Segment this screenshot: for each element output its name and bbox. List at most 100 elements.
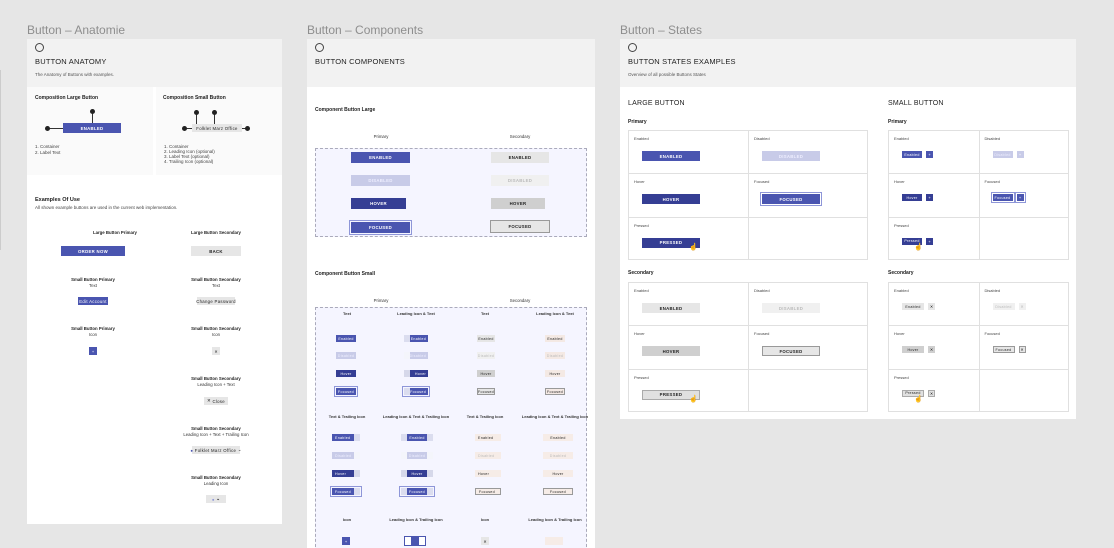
leading-icon-button[interactable]: ● ⌄ — [206, 495, 226, 503]
large-primary-enabled[interactable]: ENABLED — [351, 152, 410, 163]
large-primary-enabled-button[interactable]: ENABLED — [642, 151, 700, 161]
small-secondary-text-3[interactable]: Focused — [477, 388, 495, 395]
example-subtitle: Leading Icon + Text — [197, 382, 235, 387]
small-secondary-leading-trailing-0[interactable]: Enabled — [543, 434, 573, 441]
close-icon[interactable]: ✕ — [1018, 346, 1026, 354]
state-label: Enabled — [634, 136, 649, 141]
small-secondary-hover-button[interactable]: Hover — [902, 346, 924, 354]
small-secondary-focused-button[interactable]: Focused — [992, 346, 1015, 354]
small-secondary-leading-trailing-1: Disabled — [543, 452, 573, 459]
large-secondary-hover-button[interactable]: HOVER — [642, 346, 700, 357]
small-secondary-leading-3[interactable]: Focused — [545, 388, 565, 395]
back-button[interactable]: BACK — [191, 246, 241, 256]
small-primary-trailing-2[interactable]: Hover — [332, 470, 360, 477]
small-secondary-trailing-2[interactable]: Hover — [475, 470, 501, 477]
small-secondary-leading-0[interactable]: Enabled — [545, 335, 565, 342]
close-button[interactable]: ✕ Close — [204, 397, 228, 405]
column-header: Leading Icon & Trailing Icon — [389, 517, 443, 522]
small-secondary-trailing-3[interactable]: Focused — [475, 488, 501, 495]
close-icon[interactable]: ✕ — [212, 347, 220, 355]
chevron-down-icon: ⌄ — [236, 447, 242, 452]
column-header: Text — [343, 311, 351, 316]
large-secondary-focused-button[interactable]: FOCUSED — [762, 346, 820, 357]
plus-icon[interactable]: + — [342, 537, 350, 545]
edit-account-button[interactable]: Edit Account — [78, 297, 108, 305]
small-primary-leading-0[interactable]: Enabled — [404, 335, 428, 342]
small-button-heading: SMALL BUTTON — [888, 100, 944, 107]
logo-icon — [628, 43, 637, 52]
small-secondary-leading-trailing-2[interactable]: Hover — [543, 470, 573, 477]
small-primary-focused-button[interactable]: Focused — [990, 192, 1015, 204]
frame-label-anatomie[interactable]: Button – Anatomie — [27, 23, 125, 37]
plus-icon[interactable]: + — [89, 347, 97, 355]
small-secondary-trailing-0[interactable]: Enabled — [475, 434, 501, 441]
small-primary-text-2[interactable]: Hover — [336, 370, 356, 377]
order-now-button[interactable]: ORDER NOW — [61, 246, 125, 256]
leading-trailing-icon-button[interactable] — [545, 537, 563, 545]
composition-large-panel: Composition Large Button ENABLED 1. Cont… — [27, 87, 153, 175]
plus-icon[interactable]: + — [926, 151, 933, 158]
callout-dot-2 — [90, 109, 95, 114]
leading-trailing-icon-button[interactable] — [404, 536, 426, 546]
grid-divider — [888, 368, 1069, 370]
frame-label-states[interactable]: Button – States — [620, 23, 702, 37]
large-secondary-enabled[interactable]: ENABLED — [491, 152, 549, 163]
column-header: Leading Icon & Text & Trailing Icon — [521, 414, 589, 419]
small-primary-hover-button[interactable]: Hover — [902, 194, 922, 202]
close-icon[interactable]: ✕ — [928, 346, 935, 354]
frame-label-components[interactable]: Button – Components — [307, 23, 423, 37]
small-primary-leading-3[interactable]: Focused — [402, 386, 430, 397]
office-select-button[interactable]: ● Folklet Marz Office ⌄ — [190, 446, 242, 454]
small-primary-text-3[interactable]: Focused — [334, 386, 358, 397]
close-icon[interactable]: ✕ — [481, 537, 489, 545]
large-secondary-disabled: DISABLED — [491, 175, 549, 186]
small-primary-leading-trailing-0[interactable]: Enabled — [401, 434, 433, 441]
close-icon[interactable]: ✕ — [928, 303, 935, 310]
small-primary-trailing-0[interactable]: Enabled — [332, 434, 360, 441]
large-primary-focused[interactable]: FOCUSED — [349, 220, 412, 235]
small-primary-leading-2[interactable]: Hover — [404, 370, 428, 377]
plus-icon[interactable]: + — [926, 194, 933, 202]
small-secondary-leading-trailing-3[interactable]: Focused — [543, 488, 573, 495]
small-secondary-enabled-button[interactable]: Enabled — [902, 303, 924, 310]
examples-title: Examples Of Use — [35, 197, 80, 203]
small-primary-leading-trailing-1: Disabled — [401, 452, 433, 459]
secondary-heading: Secondary — [628, 270, 654, 276]
small-primary-enabled-button[interactable]: Enabled — [902, 151, 922, 158]
components-frame[interactable]: BUTTON COMPONENTS Component Button Large… — [307, 39, 595, 548]
states-frame[interactable]: BUTTON STATES EXAMPLES Overview of all p… — [620, 39, 1076, 419]
small-secondary-text-2[interactable]: Hover — [477, 370, 495, 377]
state-label: Hover — [634, 331, 645, 337]
small-primary-text-1: Disabled — [336, 352, 356, 359]
small-secondary-leading-2[interactable]: Hover — [545, 370, 565, 377]
plus-icon[interactable]: + — [926, 237, 933, 245]
anatomy-small-button: Folklet Marz Office — [192, 124, 242, 132]
callout-dot-2 — [194, 110, 199, 115]
callout-dot-4 — [245, 126, 250, 131]
office-label: Folklet Marz Office — [194, 447, 237, 453]
small-primary-text-0[interactable]: Enabled — [336, 335, 356, 342]
example-title-text: Large Button Primary — [93, 230, 137, 235]
plus-icon[interactable]: + — [1014, 192, 1026, 204]
large-secondary-enabled-button[interactable]: ENABLED — [642, 303, 700, 313]
close-icon[interactable]: ✕ — [928, 389, 935, 397]
small-primary-leading-trailing-3[interactable]: Focused — [399, 486, 435, 497]
small-secondary-text-0[interactable]: Enabled — [477, 335, 495, 342]
large-secondary-hover[interactable]: HOVER — [491, 198, 545, 209]
anatomie-frame[interactable]: BUTTON ANATOMY The Anatomy of Buttons wi… — [27, 39, 282, 524]
small-primary-disabled-button: Disabled — [992, 151, 1013, 158]
composition-small-panel: Composition Small Button Folklet Marz Of… — [156, 87, 282, 175]
example-subtitle: Text — [89, 283, 97, 288]
grid-divider — [628, 368, 868, 370]
large-primary-hover-button[interactable]: HOVER — [642, 194, 700, 205]
large-secondary-focused[interactable]: FOCUSED — [490, 220, 550, 233]
small-primary-leading-trailing-2[interactable]: Hover — [401, 470, 433, 477]
small-primary-trailing-3[interactable]: Focused — [330, 486, 362, 497]
column-header: Icon — [342, 517, 352, 522]
cursor-hand-icon: ☝ — [914, 243, 923, 251]
large-primary-focused-button[interactable]: FOCUSED — [760, 192, 822, 207]
state-label: Pressed — [894, 222, 909, 228]
state-label: Disabled — [754, 288, 770, 293]
change-password-button[interactable]: Change Password — [196, 297, 236, 305]
large-primary-hover[interactable]: HOVER — [351, 198, 406, 209]
